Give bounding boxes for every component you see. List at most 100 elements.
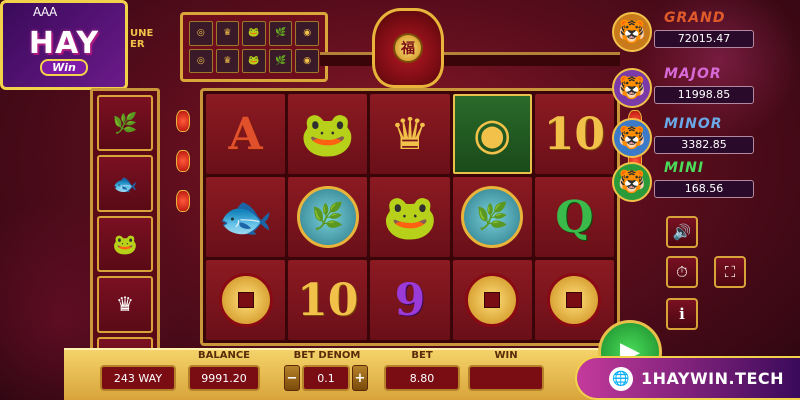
preview-symbol: ♛: [215, 21, 240, 46]
reel-symbol: 10: [288, 260, 368, 340]
jackpot-name: MINOR: [664, 116, 723, 132]
letter-symbol: 10: [297, 274, 359, 326]
fish-symbol: 🐟: [218, 192, 273, 243]
win-label: WIN: [494, 350, 518, 361]
gong-symbol: ◉: [472, 108, 512, 160]
history-button[interactable]: ⏱: [666, 256, 698, 288]
site-watermark: 🌐 1HAYWIN.TECH: [575, 356, 800, 400]
toad-symbol: 🐸: [382, 192, 438, 243]
balance-label: BALANCE: [197, 350, 250, 361]
feature-strip-symbol: 🌿: [97, 95, 153, 152]
reel-symbol: ◉: [452, 94, 532, 174]
jackpot-value: 11998.85: [654, 86, 754, 104]
reel-symbol: [452, 260, 532, 340]
reel-symbol: [206, 260, 286, 340]
feature-strip-symbol: ♛: [97, 276, 153, 333]
bet-denom-decrease-button[interactable]: −: [284, 365, 300, 391]
reel-column: A 🐟: [206, 94, 286, 340]
reel-symbol: 10: [534, 94, 614, 174]
preview-symbol: ◎: [189, 48, 213, 73]
jackpot-value: 168.56: [654, 180, 754, 198]
ingot-symbol: ♛: [390, 108, 430, 160]
globe-icon: 🌐: [609, 367, 633, 391]
bet-denom-display: 0.1: [302, 365, 350, 391]
feature-strip-symbol: 🐸: [97, 215, 153, 273]
bet-label: BET: [411, 350, 433, 361]
reel-symbol: 🐸: [288, 94, 368, 174]
tiger-icon: 🐯: [612, 162, 652, 202]
reel-symbol: ♛: [370, 94, 450, 174]
lantern-decoration: [176, 150, 190, 172]
lantern-decoration: [176, 190, 190, 212]
urn-coin: 福: [393, 33, 423, 63]
win-display: [468, 365, 544, 391]
reel-column: ♛ 🐸 9: [370, 94, 450, 340]
jackpot-name: GRAND: [664, 10, 726, 26]
preview-symbol: 🌿: [268, 21, 293, 46]
jackpot-value: 72015.47: [654, 30, 754, 48]
tiger-icon: 🐯: [612, 12, 652, 52]
letter-symbol: 10: [543, 108, 605, 160]
watermark-url: 1HAYWIN.TECH: [641, 368, 785, 388]
ways-display: 243 WAY: [100, 365, 176, 391]
gold-coin-symbol: [465, 273, 520, 327]
symbol-preview-panel: ◎ ♛ 🐸 🌿 ◉ ◎ ♛ 🐸 🌿 ◉: [180, 12, 328, 82]
jackpot-mini: 🐯 MINI 168.56: [612, 160, 762, 202]
jackpot-name: MAJOR: [664, 66, 722, 82]
reel-symbol: 🐸: [370, 177, 450, 257]
jade-disc-symbol: 🌿: [461, 186, 524, 248]
speaker-icon: 🔊: [672, 223, 692, 241]
jackpot-grand: 🐯 GRAND 72015.47: [612, 10, 762, 52]
letter-symbol: Q: [555, 191, 594, 243]
jade-disc-symbol: 🌿: [296, 186, 359, 248]
jackpot-value: 3382.85: [654, 136, 754, 154]
reel-symbol: Q: [534, 177, 614, 257]
jackpot-minor: 🐯 MINOR 3382.85: [612, 116, 762, 158]
brand-logo[interactable]: A A A HAY Win: [0, 0, 128, 90]
logo-main-text: HAY: [28, 26, 100, 61]
info-button[interactable]: i: [666, 298, 698, 330]
reel-symbol: 🌿: [288, 177, 368, 257]
preview-symbol: ◎: [189, 21, 213, 46]
gold-coin-symbol: [218, 273, 273, 327]
tiger-icon: 🐯: [612, 68, 652, 108]
reel-symbol: [534, 260, 614, 340]
balance-display: 9991.20: [188, 365, 260, 391]
feature-strip-symbol: 🐟: [97, 155, 153, 212]
tiger-icon: 🐯: [612, 118, 652, 158]
preview-symbol: ◉: [295, 48, 319, 73]
preview-symbol: 🐸: [242, 21, 266, 46]
toad-symbol: 🐸: [300, 109, 356, 160]
reel-symbol: 9: [370, 260, 450, 340]
jackpot-major: 🐯 MAJOR 11998.85: [612, 66, 762, 108]
bet-denom-increase-button[interactable]: +: [352, 365, 368, 391]
preview-symbol: 🌿: [268, 48, 293, 73]
lantern-decoration: [176, 110, 190, 132]
bet-display: 8.80: [384, 365, 460, 391]
fortune-urn-icon: 福: [372, 8, 444, 88]
reel-column: 10 Q: [534, 94, 614, 340]
reel-symbol: 🐟: [206, 177, 286, 257]
fullscreen-button[interactable]: ⛶: [714, 256, 746, 288]
playing-cards-icon: A A A: [33, 5, 57, 19]
reel-symbol: 🌿: [452, 177, 532, 257]
info-icon: i: [679, 305, 685, 323]
bet-denom-label: BET DENOM: [293, 350, 361, 361]
preview-symbol: ◉: [295, 21, 319, 46]
preview-symbol: 🐸: [242, 48, 266, 73]
gold-coin-symbol: [547, 273, 602, 327]
temple-roof-decoration: [320, 52, 620, 66]
clock-icon: ⏱: [676, 263, 688, 281]
letter-symbol: A: [228, 108, 263, 160]
slot-reels: A 🐟 🐸 🌿 10 ♛ 🐸 9 ◉ 🌿 10 Q: [200, 88, 620, 346]
reel-column: ◉ 🌿: [452, 94, 532, 340]
sound-button[interactable]: 🔊: [666, 216, 698, 248]
reel-symbol: A: [206, 94, 286, 174]
game-title-fragment: UNE ER: [130, 28, 154, 50]
jackpot-name: MINI: [664, 160, 705, 176]
reel-column: 🐸 🌿 10: [288, 94, 368, 340]
fullscreen-icon: ⛶: [724, 263, 736, 281]
letter-symbol: 9: [394, 274, 426, 326]
logo-sub-text: Win: [40, 59, 88, 76]
preview-symbol: ♛: [215, 48, 240, 73]
